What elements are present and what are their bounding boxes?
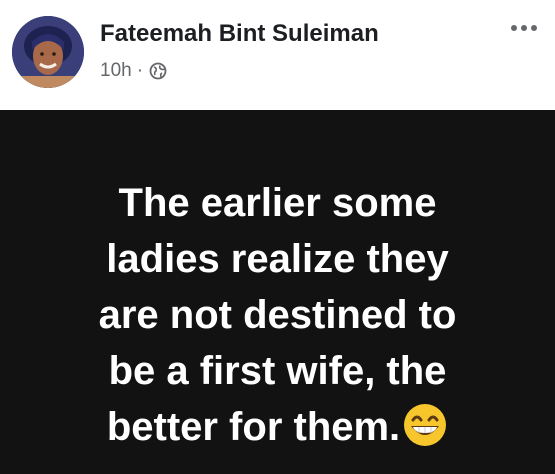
post-text: The earlier some ladies realize they are…: [0, 175, 555, 455]
facebook-post: Fateemah Bint Suleiman 10h · The earlier…: [0, 0, 555, 474]
post-text-line: better for them.: [106, 405, 401, 449]
more-options-button[interactable]: [507, 16, 541, 40]
meta-separator: ·: [136, 60, 144, 81]
post-text-line: are not destined to: [98, 293, 457, 337]
post-text-line: be a first wife, the: [108, 349, 447, 393]
avatar[interactable]: [12, 16, 84, 88]
post-background: The earlier some ladies realize they are…: [0, 110, 555, 474]
author-name[interactable]: Fateemah Bint Suleiman: [100, 20, 379, 48]
post-timestamp[interactable]: 10h: [100, 60, 132, 82]
post-meta: 10h ·: [100, 60, 167, 82]
post-text-last-line: better for them.: [0, 399, 555, 455]
more-horizontal-icon: [511, 25, 537, 31]
globe-icon[interactable]: [149, 62, 167, 80]
post-header: Fateemah Bint Suleiman 10h ·: [0, 0, 555, 110]
post-text-line: The earlier some: [118, 181, 437, 225]
grinning-face-with-smiling-eyes-icon: [402, 402, 448, 448]
post-text-line: ladies realize they: [106, 237, 449, 281]
